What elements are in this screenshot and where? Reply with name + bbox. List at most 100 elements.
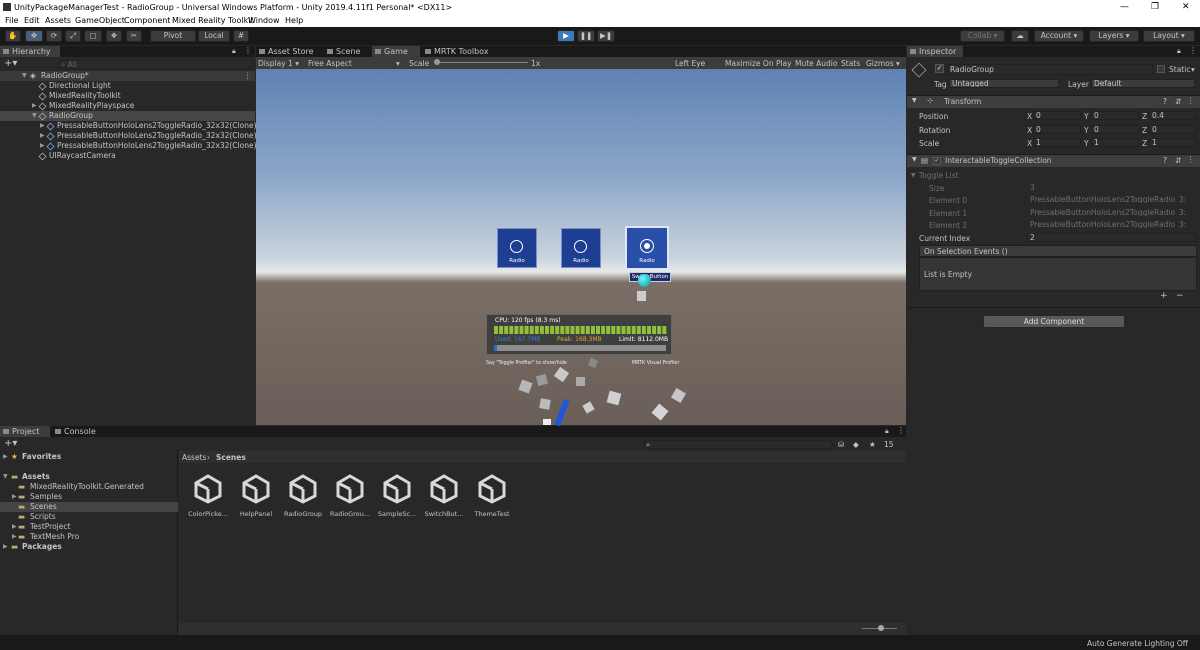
static-chevron-icon[interactable]: ▾: [1191, 65, 1195, 74]
collapse-arrow-icon[interactable]: ▶: [12, 532, 17, 542]
help-icon[interactable]: ?: [1163, 156, 1167, 165]
stats-toggle[interactable]: Stats: [841, 59, 860, 68]
menu-gameobject[interactable]: GameObject: [75, 16, 125, 25]
create-plus-icon[interactable]: +▾: [4, 58, 17, 69]
cloud-icon[interactable]: ☁: [1011, 30, 1029, 42]
tab-asset-store[interactable]: Asset Store: [256, 46, 320, 57]
move-tool-button[interactable]: ✥: [25, 30, 43, 42]
create-plus-icon[interactable]: +▾: [4, 438, 17, 449]
lock-icon[interactable]: 🔒︎: [1177, 47, 1181, 56]
add-component-button[interactable]: Add Component: [983, 315, 1125, 328]
rotation-x-field[interactable]: 0: [1033, 125, 1081, 134]
icon-size-slider-handle[interactable]: [878, 625, 884, 631]
current-index-field[interactable]: 2: [1027, 233, 1197, 242]
more-menu-icon[interactable]: ⋮: [897, 426, 905, 435]
scene-asset[interactable]: ThemeTest: [470, 474, 514, 518]
aspect-chevron-icon[interactable]: ▾: [396, 59, 400, 68]
add-event-plus-icon[interactable]: +: [1160, 291, 1168, 301]
scene-asset[interactable]: RadioGrou...: [328, 474, 372, 518]
rotation-z-field[interactable]: 0: [1149, 125, 1197, 134]
tab-mrtk-toolbox[interactable]: MRTK Toolbox: [422, 46, 502, 57]
collapse-arrow-icon[interactable]: ▶: [12, 492, 17, 502]
collapse-arrow-icon[interactable]: ▶: [3, 452, 8, 462]
collapse-arrow-icon[interactable]: ▶: [40, 141, 45, 151]
menu-mrtk[interactable]: Mixed Reality Toolkit: [172, 16, 254, 25]
game-viewport[interactable]: Radio Radio Radio SwitchButton CPU: 120 …: [256, 69, 906, 427]
collapse-arrow-icon[interactable]: ▶: [40, 131, 45, 141]
tab-scene[interactable]: Scene: [324, 46, 372, 57]
hierarchy-item-selected[interactable]: ▼ RadioGroup: [0, 111, 255, 121]
hierarchy-item[interactable]: ▶ PressableButtonHoloLens2ToggleRadio_32x…: [0, 121, 257, 131]
object-name-input[interactable]: RadioGroup: [947, 64, 1153, 75]
scale-x-field[interactable]: 1: [1033, 138, 1081, 147]
display-dropdown[interactable]: Display 1 ▾: [258, 59, 299, 68]
component-menu-icon[interactable]: ⋮: [1187, 155, 1195, 164]
hidden-packages-count[interactable]: 15: [884, 440, 894, 449]
local-toggle[interactable]: Local: [198, 30, 230, 42]
scene-menu-icon[interactable]: ⋮: [244, 71, 252, 81]
play-button[interactable]: ▶: [557, 30, 575, 42]
foldout-arrow-icon[interactable]: ▼: [912, 97, 917, 104]
pivot-toggle[interactable]: Pivot: [150, 30, 196, 42]
preset-icon[interactable]: ⇵: [1175, 97, 1181, 106]
hand-tool-button[interactable]: ✋: [5, 30, 21, 42]
scale-y-field[interactable]: 1: [1091, 138, 1139, 147]
more-menu-icon[interactable]: ⋮: [1189, 46, 1197, 55]
search-by-type-icon[interactable]: ⛁: [838, 440, 844, 449]
transform-tool-button[interactable]: ❖: [106, 30, 122, 42]
expand-arrow-icon[interactable]: ▼: [32, 111, 37, 121]
eye-dropdown[interactable]: Left Eye: [675, 59, 705, 68]
position-x-field[interactable]: 0: [1033, 111, 1081, 120]
tab-console[interactable]: Console: [52, 426, 102, 437]
collapse-arrow-icon[interactable]: ▶: [12, 522, 17, 532]
menu-component[interactable]: Component: [124, 16, 170, 25]
grid-snap-button[interactable]: #: [233, 30, 249, 42]
folder-row-selected[interactable]: ▬ Scenes: [0, 502, 178, 512]
scene-asset[interactable]: RadioGroup: [281, 474, 325, 518]
tab-inspector[interactable]: Inspector: [907, 46, 963, 57]
collab-button[interactable]: Collab ▾: [960, 30, 1005, 42]
radio-button-3-selected[interactable]: Radio: [625, 226, 669, 270]
tab-game[interactable]: Game: [372, 46, 420, 57]
tag-dropdown[interactable]: Untagged: [949, 79, 1059, 88]
breadcrumb-assets[interactable]: Assets: [182, 453, 206, 462]
scale-slider-handle[interactable]: [434, 59, 440, 65]
help-icon[interactable]: ?: [1163, 97, 1167, 106]
minimize-button[interactable]: —: [1120, 2, 1129, 12]
tab-hierarchy[interactable]: Hierarchy: [0, 46, 60, 57]
pause-button[interactable]: ❚❚: [577, 30, 595, 42]
hierarchy-search-input[interactable]: ⌕ All: [58, 60, 254, 69]
project-search-input[interactable]: ⌕: [643, 440, 833, 449]
transform-header[interactable]: ▼ ⊹ Transform ? ⇵ ⋮: [907, 95, 1200, 108]
menu-assets[interactable]: Assets: [45, 16, 71, 25]
collapse-arrow-icon[interactable]: ▶: [32, 101, 37, 111]
scale-slider-track[interactable]: [436, 62, 528, 63]
hierarchy-item[interactable]: ▶ PressableButtonHoloLens2ToggleRadio_32x…: [0, 141, 257, 151]
hierarchy-item[interactable]: MixedRealityToolkit: [0, 91, 255, 101]
foldout-arrow-icon[interactable]: ▼: [912, 156, 917, 163]
search-by-label-icon[interactable]: ◆: [853, 440, 859, 449]
layout-dropdown[interactable]: Layout ▾: [1143, 30, 1195, 42]
lighting-status[interactable]: Auto Generate Lighting Off: [1087, 639, 1188, 648]
maximize-button[interactable]: ❐: [1151, 2, 1159, 12]
lock-icon[interactable]: 🔒︎: [885, 427, 889, 436]
mute-audio-toggle[interactable]: Mute Audio: [795, 59, 837, 68]
layer-dropdown[interactable]: Default: [1091, 79, 1195, 88]
layers-dropdown[interactable]: Layers ▾: [1089, 30, 1139, 42]
breadcrumb-scenes[interactable]: Scenes: [216, 453, 246, 462]
rotate-tool-button[interactable]: ⟳: [46, 30, 62, 42]
scene-asset[interactable]: HelpPanel: [234, 474, 278, 518]
menu-edit[interactable]: Edit: [24, 16, 40, 25]
account-dropdown[interactable]: Account ▾: [1034, 30, 1084, 42]
position-z-field[interactable]: 0.4: [1149, 111, 1197, 120]
active-checkbox[interactable]: ✓: [935, 64, 944, 73]
remove-event-minus-icon[interactable]: −: [1176, 291, 1184, 301]
custom-tool-button[interactable]: ✂: [126, 30, 142, 42]
rect-tool-button[interactable]: ▢: [84, 30, 102, 42]
hierarchy-scene-row[interactable]: ▼ ◈ RadioGroup* ⋮: [0, 71, 255, 81]
tab-project[interactable]: Project: [0, 426, 50, 437]
favorite-star-icon[interactable]: ★: [869, 440, 876, 449]
preset-icon[interactable]: ⇵: [1175, 156, 1181, 165]
aspect-dropdown[interactable]: Free Aspect: [308, 59, 352, 68]
radio-button-1[interactable]: Radio: [497, 228, 537, 268]
